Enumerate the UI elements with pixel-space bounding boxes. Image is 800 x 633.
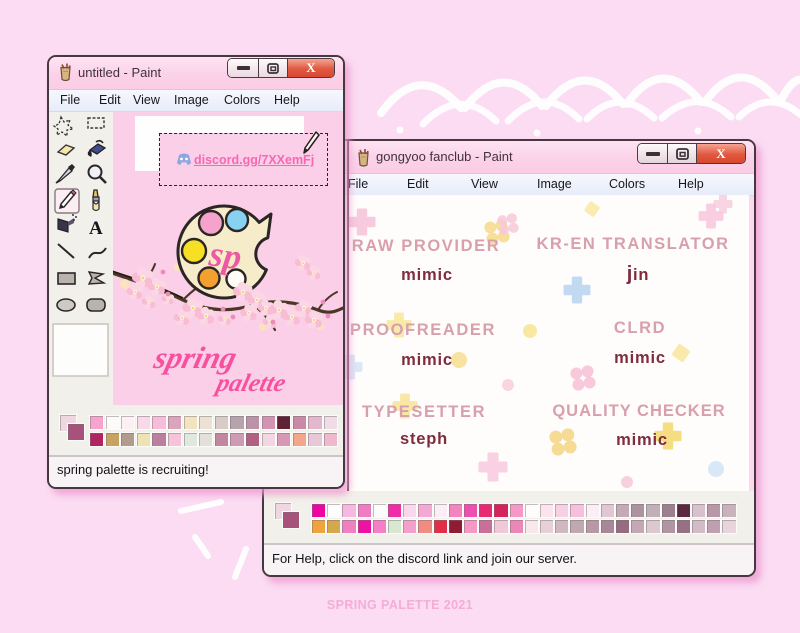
svg-text:SPRING PALETTE 2021: SPRING PALETTE 2021 bbox=[327, 598, 473, 612]
svg-text:A: A bbox=[89, 218, 103, 239]
svg-text:sp: sp bbox=[206, 233, 244, 277]
